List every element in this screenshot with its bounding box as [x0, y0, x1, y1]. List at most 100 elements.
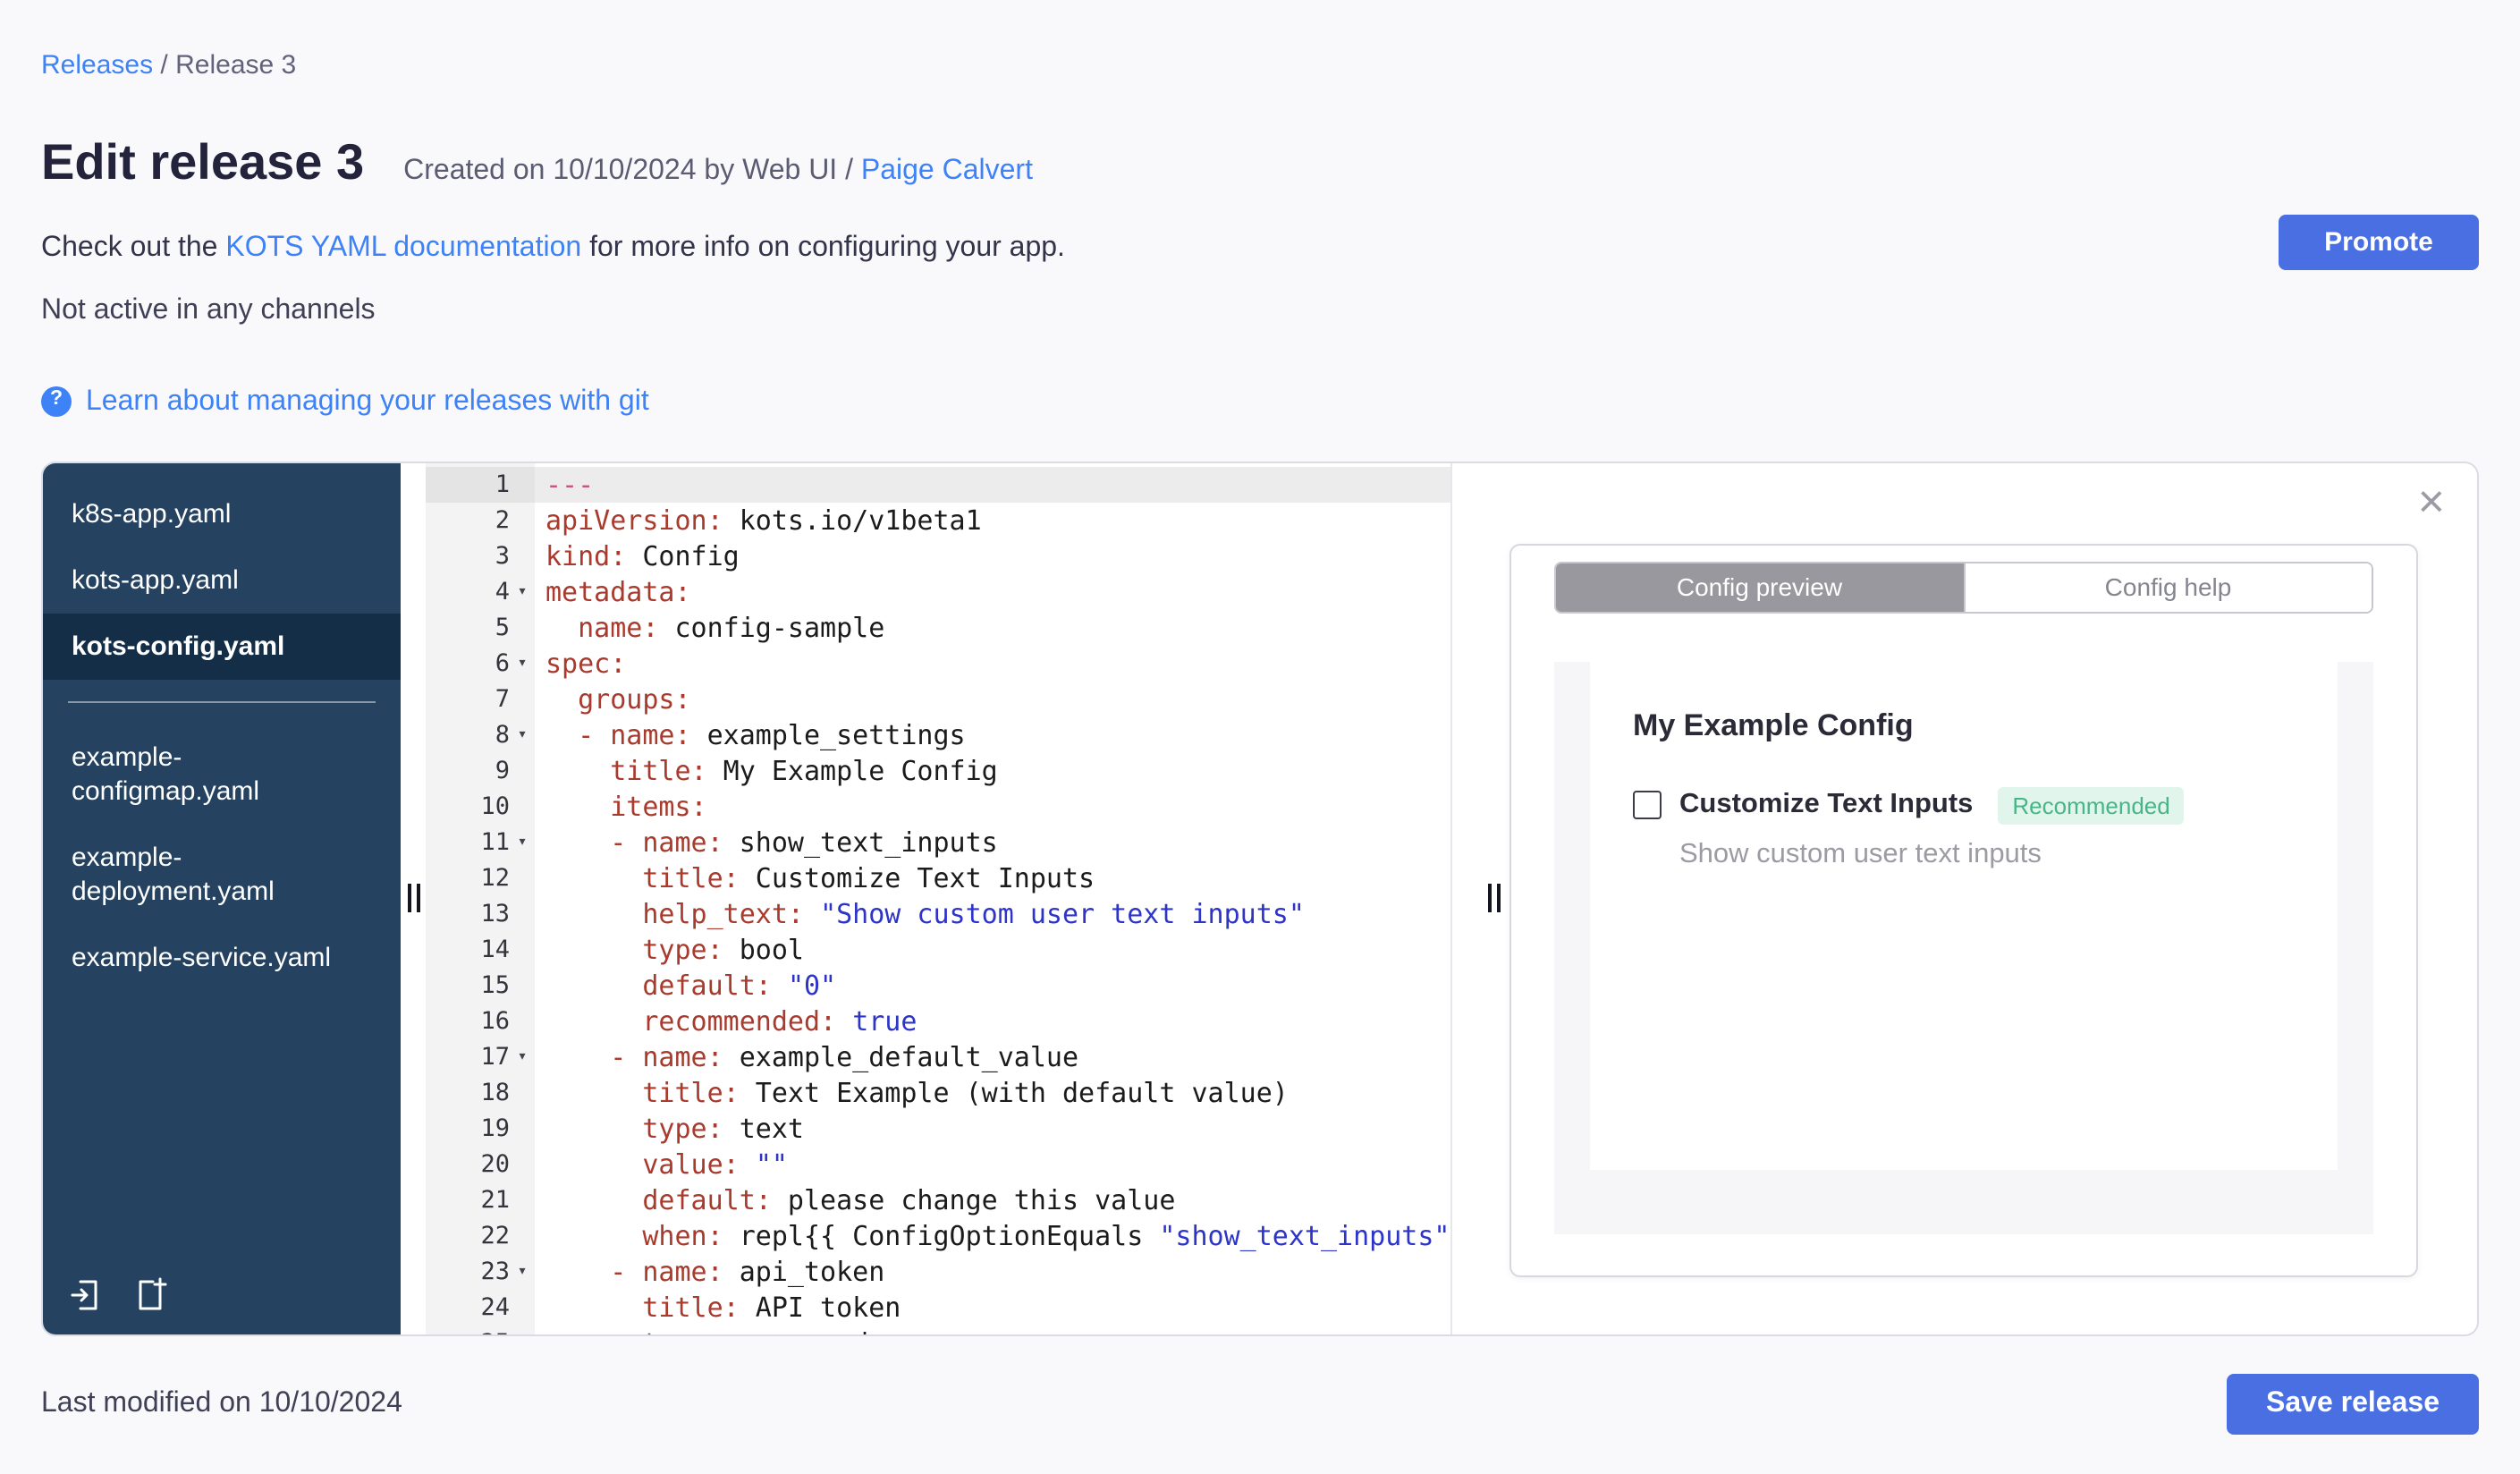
sidebar-file-kots-config-yaml[interactable]: kots-config.yaml — [43, 613, 401, 680]
code-line-14[interactable]: type: bool — [535, 932, 1450, 968]
gutter-line-12: 12 — [426, 860, 535, 896]
docs-suffix: for more info on configuring your app. — [581, 233, 1065, 264]
sidebar-file-example-service-yaml[interactable]: example-service.yaml — [43, 925, 401, 991]
created-info: Created on 10/10/2024 by Web UI / Paige … — [403, 156, 1033, 188]
gutter-line-3: 3 — [426, 538, 535, 574]
git-docs-link[interactable]: Learn about managing your releases with … — [86, 384, 649, 418]
code-line-5[interactable]: name: config-sample — [535, 610, 1450, 646]
gutter-line-11: 11 ▾ — [426, 825, 535, 860]
line-number: 19 — [480, 1114, 510, 1143]
editor-gutter: 1 2 3 4 ▾ 5 6 ▾ 7 8 ▾ 9 10 11 ▾ 12 13 14 15 16 17 ▾ 18 19 20 21 22… — [426, 462, 535, 1334]
code-line-8[interactable]: - name: example_settings — [535, 717, 1450, 753]
fold-arrow-icon[interactable]: ▾ — [510, 646, 535, 682]
code-line-4[interactable]: metadata: — [535, 574, 1450, 610]
code-line-2[interactable]: apiVersion: kots.io/v1beta1 — [535, 503, 1450, 538]
new-file-icon[interactable] — [132, 1277, 168, 1313]
config-item-label: Customize Text Inputs — [1679, 789, 1974, 820]
sidebar-file-example-deployment-yaml[interactable]: example-deployment.yaml — [43, 825, 401, 925]
code-line-25[interactable]: type: password — [535, 1326, 1450, 1334]
fold-arrow-icon[interactable]: ▾ — [510, 1254, 535, 1290]
gutter-line-4: 4 ▾ — [426, 574, 535, 610]
question-mark-icon: ? — [41, 385, 72, 417]
save-release-button[interactable]: Save release — [2227, 1373, 2479, 1435]
line-number: 8 — [495, 720, 510, 750]
line-number: 11 — [480, 827, 510, 857]
code-line-15[interactable]: default: "0" — [535, 968, 1450, 1004]
code-line-6[interactable]: spec: — [535, 646, 1450, 682]
line-number: 15 — [480, 970, 510, 1000]
code-line-12[interactable]: title: Customize Text Inputs — [535, 860, 1450, 896]
code-line-9[interactable]: title: My Example Config — [535, 753, 1450, 789]
gutter-line-15: 15 — [426, 968, 535, 1004]
config-item-help: Show custom user text inputs — [1679, 838, 2042, 869]
fold-arrow-icon[interactable]: ▾ — [510, 717, 535, 753]
gutter-line-21: 21 — [426, 1182, 535, 1218]
code-line-17[interactable]: - name: example_default_value — [535, 1039, 1450, 1075]
code-line-10[interactable]: items: — [535, 789, 1450, 825]
code-line-1[interactable]: --- — [535, 466, 1450, 503]
customize-text-inputs-checkbox[interactable] — [1633, 791, 1662, 820]
gutter-line-6: 6 ▾ — [426, 646, 535, 682]
file-list-divider — [68, 700, 376, 703]
editor-resize-handle[interactable] — [1488, 884, 1501, 913]
code-line-22[interactable]: when: repl{{ ConfigOptionEquals "show_te… — [535, 1218, 1450, 1254]
resize-bar — [416, 884, 419, 913]
preview-tabs: Config preview Config help — [1554, 561, 2373, 614]
file-sidebar: k8s-app.yaml kots-app.yaml kots-config.yam… — [43, 462, 401, 1334]
config-item-row: Customize Text Inputs Recommended — [1633, 786, 2295, 825]
code-line-7[interactable]: groups: — [535, 682, 1450, 717]
code-line-24[interactable]: title: API token — [535, 1290, 1450, 1326]
sidebar-file-example-configmap-yaml[interactable]: example-configmap.yaml — [43, 724, 401, 825]
code-line-13[interactable]: help_text: "Show custom user text inputs… — [535, 896, 1450, 932]
page-title: Edit release 3 — [41, 134, 365, 190]
file-list: k8s-app.yaml kots-app.yaml kots-config.yam… — [43, 481, 401, 991]
kots-docs-link[interactable]: KOTS YAML documentation — [225, 233, 581, 263]
editor-code[interactable]: --- apiVersion: kots.io/v1beta1 kind: Conf… — [535, 462, 1450, 1334]
line-number: 13 — [480, 899, 510, 928]
last-modified-text: Last modified on 10/10/2024 — [41, 1387, 402, 1419]
gutter-line-2: 2 — [426, 503, 535, 538]
code-line-16[interactable]: recommended: true — [535, 1004, 1450, 1039]
sidebar-resize-handle[interactable] — [407, 884, 419, 913]
line-number: 7 — [495, 684, 510, 714]
edit-release-page: Releases / Release 3 Edit release 3 Crea… — [0, 0, 2520, 1474]
line-number: 18 — [480, 1078, 510, 1107]
code-line-18[interactable]: title: Text Example (with default value) — [535, 1075, 1450, 1111]
fold-arrow-icon[interactable]: ▾ — [510, 574, 535, 610]
title-row: Edit release 3 Created on 10/10/2024 by … — [41, 134, 2479, 191]
line-number: 14 — [480, 935, 510, 964]
code-line-11[interactable]: - name: show_text_inputs — [535, 825, 1450, 860]
sidebar-resize-gap — [401, 462, 426, 1334]
line-number: 20 — [480, 1149, 510, 1179]
gutter-line-7: 7 — [426, 682, 535, 717]
line-number: 2 — [495, 505, 510, 535]
promote-button[interactable]: Promote — [2279, 215, 2479, 270]
line-number: 16 — [480, 1006, 510, 1036]
tab-config-help[interactable]: Config help — [1963, 563, 2372, 612]
code-line-3[interactable]: kind: Config — [535, 538, 1450, 574]
footer: Last modified on 10/10/2024 Save release — [41, 1373, 2479, 1435]
author-link[interactable]: Paige Calvert — [861, 156, 1033, 186]
yaml-editor[interactable]: 1 2 3 4 ▾ 5 6 ▾ 7 8 ▾ 9 10 11 ▾ 12 13 14 15 16 17 ▾ 18 19 20 21 22… — [426, 462, 1452, 1334]
gutter-line-5: 5 — [426, 610, 535, 646]
breadcrumb-releases-link[interactable]: Releases — [41, 50, 153, 80]
breadcrumb-current: Release 3 — [175, 50, 297, 80]
close-preview-icon[interactable]: × — [2418, 478, 2445, 524]
gutter-line-24: 24 — [426, 1290, 535, 1326]
gutter-line-18: 18 — [426, 1075, 535, 1111]
tab-config-preview[interactable]: Config preview — [1556, 563, 1963, 612]
sidebar-file-kots-app-yaml[interactable]: kots-app.yaml — [43, 547, 401, 614]
sidebar-file-k8s-app-yaml[interactable]: k8s-app.yaml — [43, 481, 401, 547]
gutter-line-8: 8 ▾ — [426, 717, 535, 753]
code-line-20[interactable]: value: "" — [535, 1147, 1450, 1182]
resize-bar — [407, 884, 410, 913]
fold-arrow-icon[interactable]: ▾ — [510, 1039, 535, 1075]
code-line-21[interactable]: default: please change this value — [535, 1182, 1450, 1218]
gutter-line-23: 23 ▾ — [426, 1254, 535, 1290]
fold-arrow-icon[interactable]: ▾ — [510, 825, 535, 860]
code-line-23[interactable]: - name: api_token — [535, 1254, 1450, 1290]
line-number: 9 — [495, 756, 510, 785]
code-line-19[interactable]: type: text — [535, 1111, 1450, 1147]
import-file-icon[interactable] — [68, 1277, 104, 1313]
gutter-line-25: 25 — [426, 1326, 535, 1334]
